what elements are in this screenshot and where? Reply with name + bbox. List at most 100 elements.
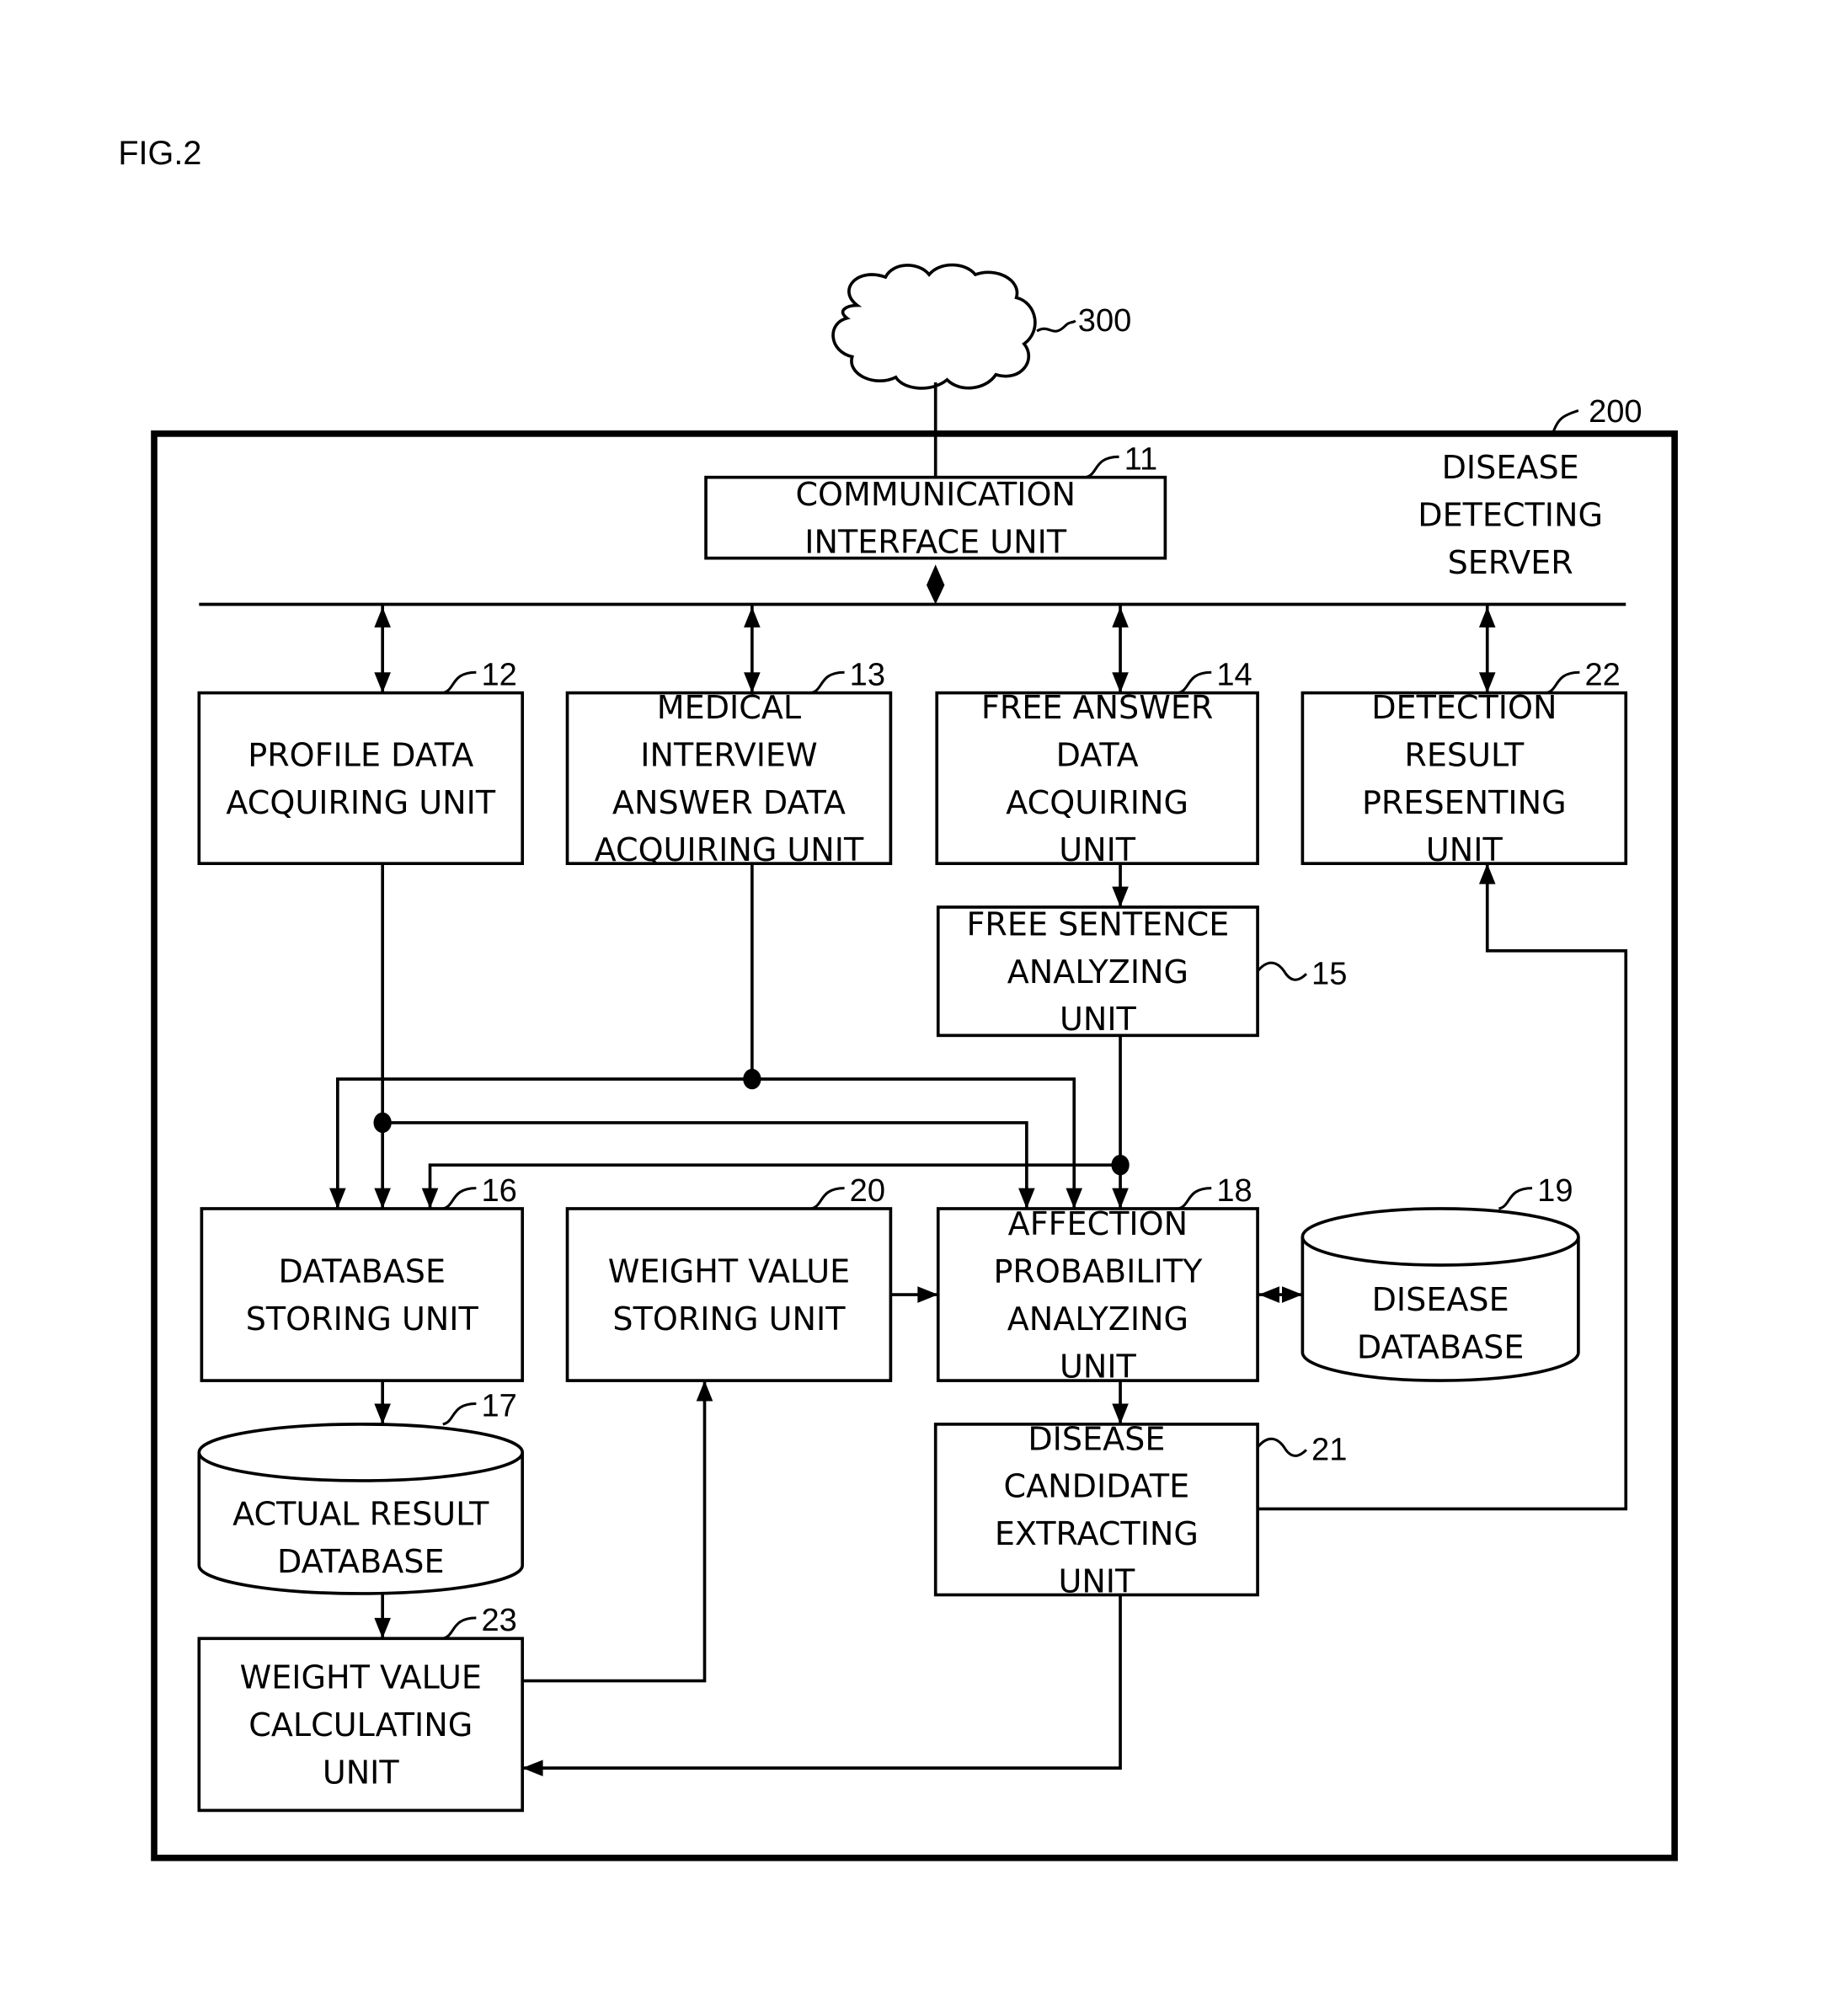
server-title: DISEASE DETECTING SERVER — [1418, 449, 1603, 581]
network-cloud-icon — [831, 263, 1076, 390]
cylinder-top — [1301, 1207, 1580, 1267]
profile-data-acquiring-unit-label-line: ACQUIRING UNIT — [226, 784, 495, 821]
arrowhead-icon — [917, 1286, 938, 1303]
communication-interface-unit-label-line: INTERFACE UNIT — [804, 524, 1067, 561]
svg-text:DETECTING: DETECTING — [1418, 497, 1603, 534]
free-answer-data-acquiring-unit-label-line: UNIT — [1059, 831, 1136, 868]
bidirectional-arrow-icon — [1282, 1286, 1303, 1303]
ref-leader — [1085, 455, 1119, 479]
detection-result-presenting-unit-label-line: DETECTION — [1371, 689, 1557, 726]
bus-diamond-icon — [927, 564, 945, 605]
arrowhead-icon — [696, 1380, 713, 1402]
actual-result-database: ACTUAL RESULT DATABASE 17 — [197, 1389, 525, 1595]
detection-result-presenting-unit: DETECTION RESULT PRESENTING UNIT 22 — [1301, 657, 1628, 868]
ref-leader — [810, 670, 845, 695]
cylinder-top — [197, 1423, 525, 1482]
ref-leader — [442, 1402, 477, 1426]
block-diagram: FIG.2 300 200 DISEASE DETECTING SERVER C… — [118, 135, 1678, 1861]
arrowhead-icon — [1112, 886, 1129, 907]
weight-value-calculating-unit-label-line: CALCULATING — [248, 1706, 473, 1744]
affection-probability-analyzing-unit-label-line: AFFECTION — [1008, 1205, 1188, 1242]
ref-leader — [810, 1187, 845, 1210]
figure-title: FIG.2 — [118, 135, 201, 172]
ref-leader — [1546, 670, 1580, 695]
affection-probability-analyzing-unit: AFFECTION PROBABILITY ANALYZING UNIT 18 — [936, 1173, 1259, 1385]
link-15-16 — [428, 1163, 1121, 1209]
actual-result-database-label-line: ACTUAL RESULT — [232, 1495, 489, 1532]
affection-probability-analyzing-unit-label-line: ANALYZING — [1007, 1300, 1188, 1338]
arrowhead-icon — [374, 1617, 391, 1639]
disease-candidate-extracting-unit-label-line: DISEASE — [1028, 1420, 1165, 1457]
disease-database-ref: 19 — [1537, 1173, 1573, 1209]
actual-result-database-label-line: DATABASE — [277, 1543, 445, 1580]
profile-data-acquiring-unit-label-line: PROFILE DATA — [248, 736, 473, 773]
medical-interview-answer-data-acquiring-unit: MEDICAL INTERVIEW ANSWER DATA ACQUIRING UNI… — [565, 657, 893, 868]
svg-text:DISEASE: DISEASE — [1442, 449, 1579, 486]
arrowhead-icon — [522, 1760, 543, 1776]
communication-interface-unit-label-line: COMMUNICATION — [795, 476, 1075, 513]
medical-interview-answer-data-acquiring-unit-ref: 13 — [850, 657, 885, 692]
arrowhead-icon — [421, 1188, 439, 1209]
ref-leader — [1256, 1437, 1308, 1457]
ref-leader — [1498, 1187, 1533, 1210]
weight-value-storing-unit-label-line: WEIGHT VALUE — [608, 1253, 850, 1290]
bidirectional-arrow-icon — [744, 606, 761, 628]
weight-value-storing-unit-box — [565, 1207, 893, 1382]
weight-value-calculating-unit-label-line: WEIGHT VALUE — [240, 1659, 482, 1696]
free-answer-data-acquiring-unit: FREE ANSWER DATA ACQUIRING UNIT 14 — [935, 657, 1259, 868]
disease-candidate-extracting-unit-label-line: EXTRACTING — [995, 1515, 1199, 1552]
free-answer-data-acquiring-unit-label-line: FREE ANSWER — [981, 689, 1213, 726]
disease-database-label-line: DISEASE — [1372, 1281, 1509, 1318]
actual-result-database-ref: 17 — [481, 1389, 516, 1424]
profile-data-acquiring-unit-ref: 12 — [481, 657, 516, 692]
database-storing-unit-label-line: DATABASE — [279, 1253, 446, 1290]
ref-leader — [442, 1616, 477, 1640]
free-sentence-analyzing-unit-label-line: UNIT — [1060, 1001, 1137, 1038]
svg-text:SERVER: SERVER — [1448, 544, 1573, 581]
detection-result-presenting-unit-label-line: UNIT — [1426, 831, 1504, 868]
server-ref: 200 — [1589, 394, 1642, 430]
ref-leader — [1256, 961, 1308, 981]
free-sentence-analyzing-unit-label-line: ANALYZING — [1007, 953, 1188, 991]
communication-interface-unit-ref: 11 — [1124, 442, 1158, 478]
database-storing-unit: DATABASE STORING UNIT 16 — [200, 1173, 525, 1382]
bidirectional-arrow-icon — [374, 672, 391, 693]
ref-leader — [1178, 1187, 1212, 1210]
database-storing-unit-ref: 16 — [481, 1173, 516, 1209]
affection-probability-analyzing-unit-label-line: UNIT — [1060, 1348, 1137, 1385]
detection-result-presenting-unit-ref: 22 — [1585, 657, 1621, 692]
weight-value-calculating-unit-label-line: UNIT — [323, 1754, 400, 1791]
disease-candidate-extracting-unit-label-line: UNIT — [1058, 1562, 1135, 1599]
disease-candidate-extracting-unit-ref: 21 — [1311, 1433, 1347, 1468]
weight-value-calculating-unit: WEIGHT VALUE CALCULATING UNIT 23 — [197, 1603, 525, 1813]
free-answer-data-acquiring-unit-label-line: ACQUIRING — [1006, 784, 1188, 821]
affection-probability-analyzing-unit-ref: 18 — [1216, 1173, 1252, 1209]
link-13-16-18 — [336, 1077, 1076, 1209]
weight-value-storing-unit-ref: 20 — [850, 1173, 885, 1209]
medical-interview-answer-data-acquiring-unit-label-line: INTERVIEW — [640, 736, 817, 773]
medical-interview-answer-data-acquiring-unit-label-line: ACQUIRING UNIT — [595, 831, 864, 868]
arrowhead-icon — [374, 1403, 391, 1424]
bidirectional-arrow-icon — [374, 606, 391, 628]
free-answer-data-acquiring-unit-label-line: DATA — [1056, 736, 1139, 773]
link-23-20 — [522, 1380, 707, 1683]
profile-data-acquiring-unit-box — [197, 691, 525, 866]
detection-result-presenting-unit-label-line: PRESENTING — [1362, 784, 1567, 821]
disease-database: DISEASE DATABASE 19 — [1301, 1173, 1580, 1382]
disease-candidate-extracting-unit-label-line: CANDIDATE — [1004, 1468, 1190, 1505]
ref-leader — [442, 1187, 477, 1210]
free-sentence-analyzing-unit: FREE SENTENCE ANALYZING UNIT 15 — [936, 905, 1347, 1038]
bidirectional-arrow-icon — [1258, 1286, 1279, 1303]
bidirectional-arrow-icon — [1478, 606, 1496, 628]
server-ref-leader — [1551, 409, 1579, 435]
ref-leader — [442, 670, 477, 695]
bidirectional-arrow-icon — [1112, 606, 1129, 628]
database-storing-unit-label-line: STORING UNIT — [246, 1300, 479, 1338]
detection-result-presenting-unit-label-line: RESULT — [1404, 736, 1525, 773]
affection-probability-analyzing-unit-label-line: PROBABILITY — [993, 1253, 1203, 1290]
weight-value-calculating-unit-ref: 23 — [481, 1603, 516, 1638]
profile-data-acquiring-unit: PROFILE DATA ACQUIRING UNIT 12 — [197, 657, 525, 866]
free-sentence-analyzing-unit-label-line: FREE SENTENCE — [967, 906, 1230, 943]
arrowhead-icon — [374, 1188, 391, 1209]
weight-value-storing-unit-label-line: STORING UNIT — [612, 1300, 846, 1338]
